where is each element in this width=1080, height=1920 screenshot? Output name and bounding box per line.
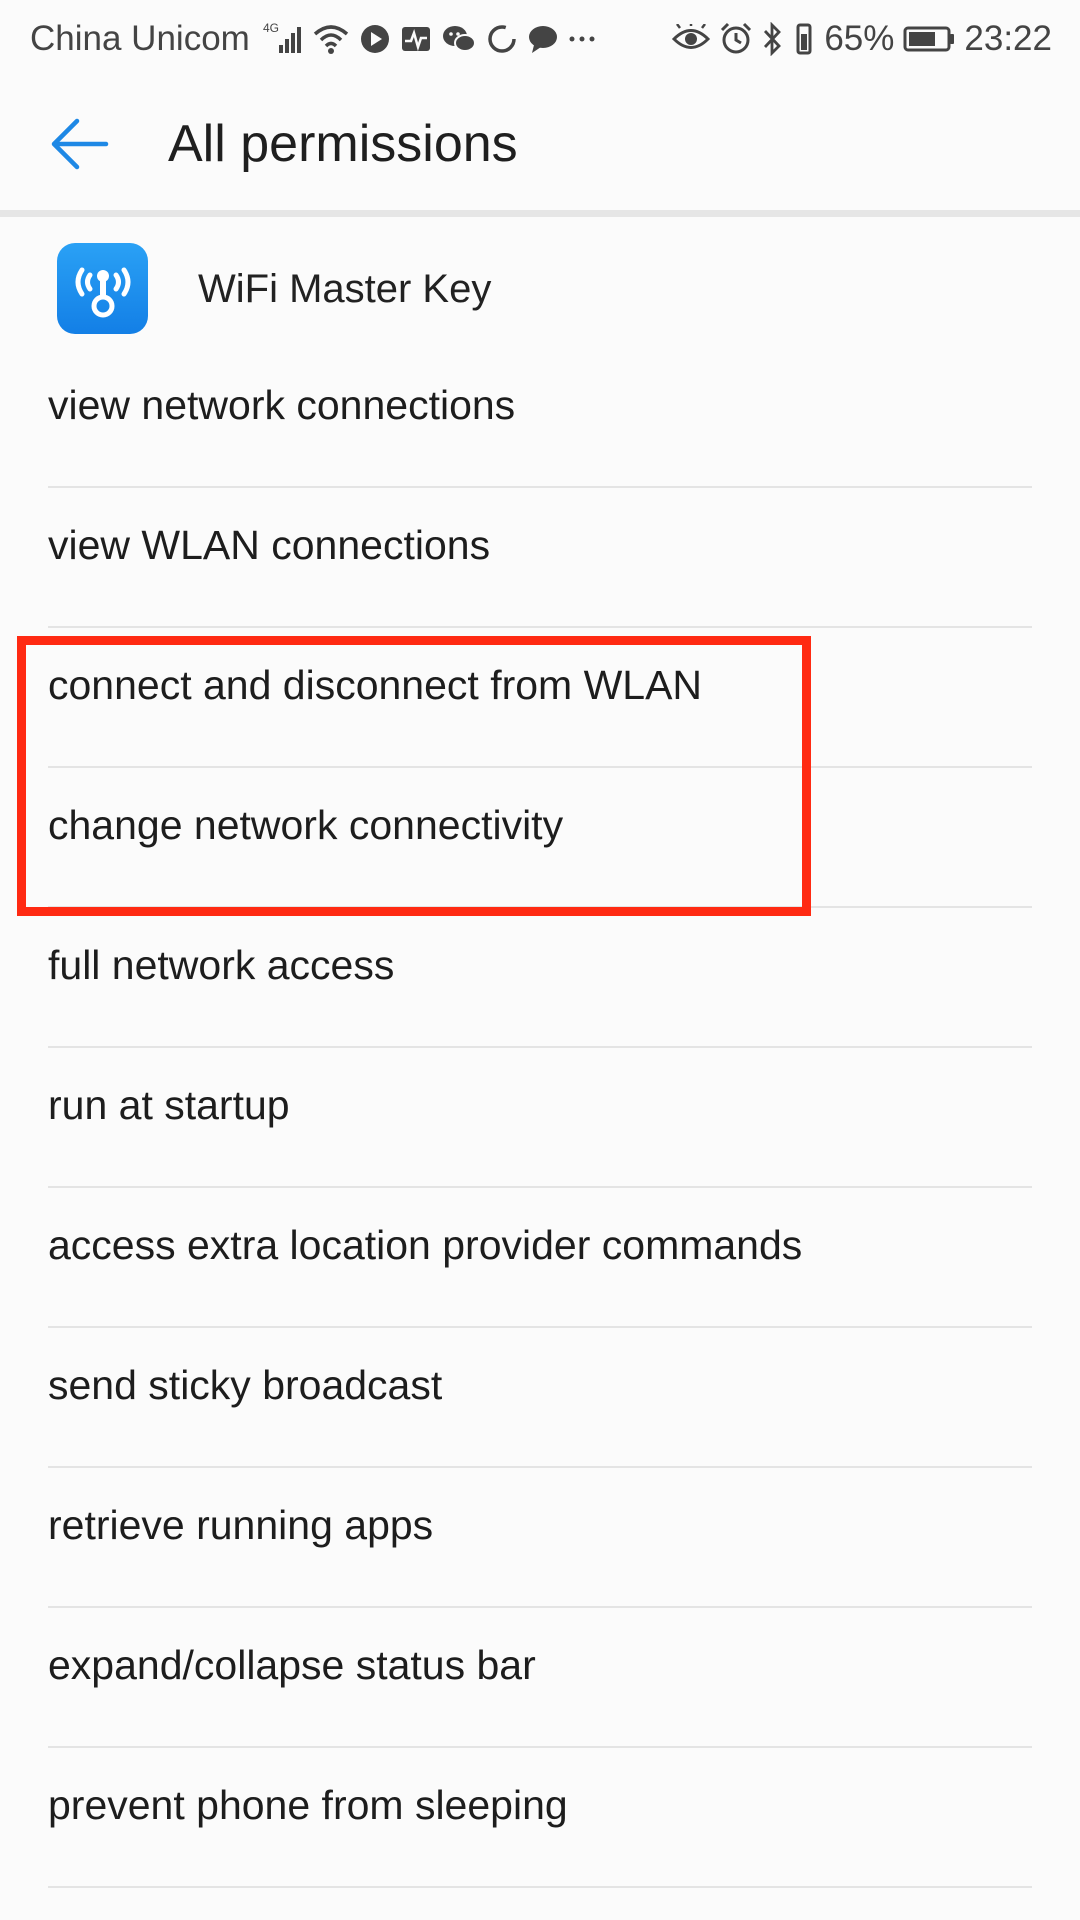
permission-label: view network connections: [48, 381, 516, 428]
permission-label: access extra location provider commands: [48, 1221, 803, 1268]
signal-icon: 4G: [263, 19, 303, 59]
activity-icon: [400, 19, 432, 59]
status-right: 65% 23:22: [672, 19, 1052, 59]
more-icon: [568, 19, 598, 59]
bluetooth-icon: [762, 19, 784, 59]
app-name: WiFi Master Key: [198, 267, 492, 311]
carrier-name: China Unicom: [30, 19, 250, 58]
permission-item[interactable]: expand/collapse status bar: [0, 1608, 1080, 1748]
alarm-icon: [719, 19, 753, 59]
permission-label: connect and disconnect from WLAN: [48, 661, 703, 708]
permission-item[interactable]: retrieve running apps: [0, 1468, 1080, 1608]
permission-label: retrieve running apps: [48, 1501, 434, 1548]
vibrate-icon: [793, 19, 815, 59]
back-button[interactable]: [40, 106, 120, 186]
clock: 23:22: [964, 19, 1052, 58]
wechat-icon: [441, 19, 477, 59]
permission-item[interactable]: view network connections: [0, 348, 1080, 488]
app-header: All permissions: [0, 78, 1080, 212]
status-bar: China Unicom 4G 65% 23:22: [0, 0, 1080, 78]
permission-item[interactable]: prevent phone from sleeping: [0, 1748, 1080, 1888]
permission-label: prevent phone from sleeping: [48, 1781, 568, 1828]
battery-percent: 65%: [824, 19, 895, 58]
status-left: China Unicom 4G: [30, 19, 598, 59]
permission-item[interactable]: full network access: [0, 908, 1080, 1048]
permission-item[interactable]: change network connectivity: [0, 768, 1080, 908]
permission-item[interactable]: send sticky broadcast: [0, 1328, 1080, 1468]
back-arrow-icon: [50, 116, 110, 177]
permission-label: view WLAN connections: [48, 521, 491, 568]
wifi-icon: [312, 19, 350, 59]
eye-icon: [672, 19, 711, 59]
app-info: WiFi Master Key: [0, 240, 1080, 340]
permission-label: send sticky broadcast: [48, 1361, 443, 1408]
wifi-key-icon: [57, 243, 148, 334]
permission-list: view network connections view WLAN conne…: [0, 348, 1080, 1888]
permission-item[interactable]: connect and disconnect from WLAN: [0, 628, 1080, 768]
header-divider: [0, 210, 1080, 217]
svg-text:4G: 4G: [263, 21, 279, 35]
loading-icon: [486, 19, 518, 59]
permission-label: expand/collapse status bar: [48, 1641, 536, 1688]
play-icon: [359, 19, 391, 59]
permission-item[interactable]: access extra location provider commands: [0, 1188, 1080, 1328]
permission-label: change network connectivity: [48, 801, 564, 848]
permission-item[interactable]: run at startup: [0, 1048, 1080, 1188]
chat-icon: [527, 19, 559, 59]
permission-item[interactable]: view WLAN connections: [0, 488, 1080, 628]
page-title: All permissions: [168, 115, 518, 173]
permission-label: full network access: [48, 941, 395, 988]
battery-icon: [903, 19, 955, 59]
permission-label: run at startup: [48, 1081, 290, 1128]
